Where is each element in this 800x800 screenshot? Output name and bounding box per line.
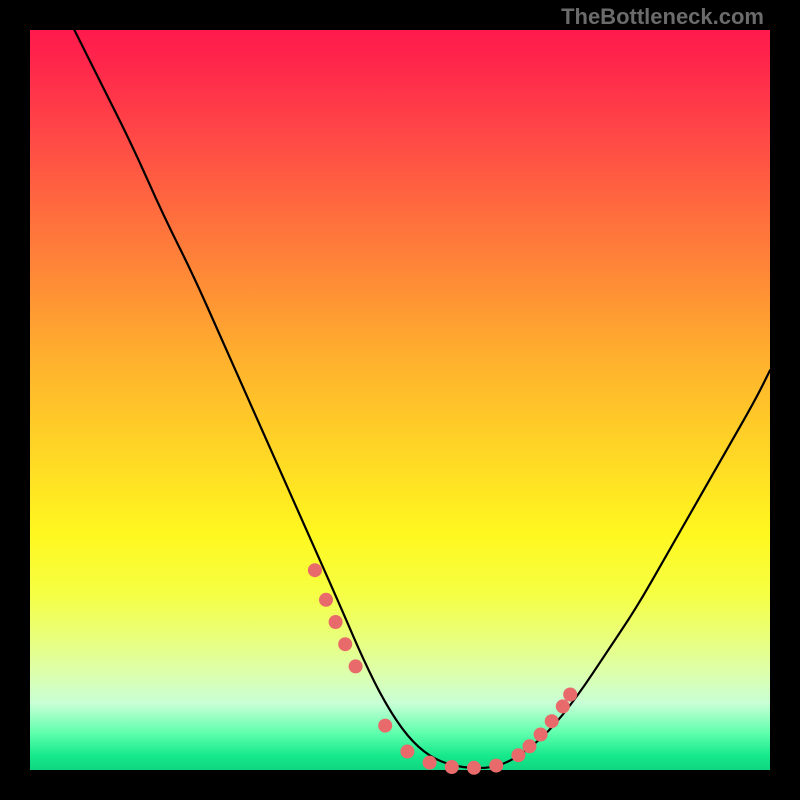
sample-dot <box>338 637 352 651</box>
watermark-text: TheBottleneck.com <box>561 4 764 30</box>
sample-dot <box>423 756 437 770</box>
sample-dot <box>329 615 343 629</box>
sample-dot <box>534 728 548 742</box>
sample-dot <box>349 659 363 673</box>
sample-dot <box>378 719 392 733</box>
sample-dot <box>319 593 333 607</box>
bottleneck-curve <box>74 30 770 768</box>
sample-dot <box>445 760 459 774</box>
sample-dot <box>511 748 525 762</box>
sample-dot <box>545 714 559 728</box>
sample-dot <box>467 761 481 775</box>
chart-overlay-svg <box>30 30 770 770</box>
sample-dot <box>308 563 322 577</box>
sample-dot <box>523 739 537 753</box>
sample-dot <box>556 699 570 713</box>
sample-dot <box>489 759 503 773</box>
sample-dot <box>563 688 577 702</box>
sample-dot <box>400 745 414 759</box>
